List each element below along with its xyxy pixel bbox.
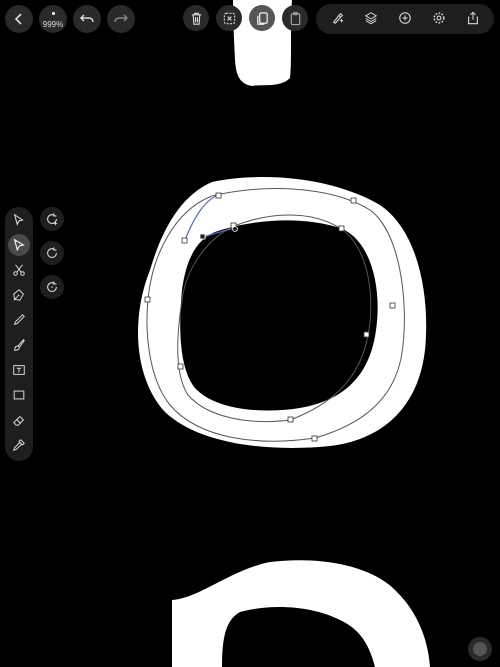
redo-icon [114,14,128,23]
settings-button[interactable] [429,8,449,28]
select-arrow-icon [13,213,24,226]
scissors-icon [13,264,25,276]
rotate-counterclockwise-button[interactable] [40,275,64,299]
rotate-plus-icon [47,213,58,226]
settings-icon [433,12,445,24]
chevron-left-icon [14,13,22,25]
zoom-button[interactable]: 999% [39,5,67,33]
eyedropper-tool[interactable] [8,434,30,456]
scissors-tool[interactable] [8,259,30,281]
brush-settings-button[interactable] [328,8,348,28]
trash-icon [191,12,201,25]
duplicate-icon [256,11,268,25]
inner-path-line [177,214,372,423]
rotate-cw-icon [47,247,57,258]
pencil-icon [13,314,25,326]
letter-fragment-bottom [172,560,430,667]
add-button[interactable] [395,8,415,28]
back-button[interactable] [5,5,33,33]
color-picker-button[interactable] [468,637,492,661]
add-icon [399,12,411,24]
share-icon [468,11,478,25]
duplicate-button[interactable] [249,5,275,31]
brush-settings-icon [332,12,344,24]
eyedropper-icon [12,439,25,452]
zoom-label: 999% [42,20,64,29]
rectangle-icon [13,390,25,400]
layers-button[interactable] [361,8,381,28]
current-color-swatch [473,642,487,656]
brush-icon [14,339,25,351]
zoom-indicator-dot [51,12,55,15]
pen-tool[interactable] [8,284,30,306]
redo-button[interactable] [107,5,135,33]
direct-select-tool[interactable] [8,234,30,256]
brush-tool[interactable] [8,334,30,356]
eraser-icon [13,415,25,426]
canvas[interactable] [0,0,500,667]
rotate-add-button[interactable] [40,207,64,231]
pencil-tool[interactable] [8,309,30,331]
deselect-button[interactable] [216,5,242,31]
eraser-tool[interactable] [8,409,30,431]
rotate-clockwise-button[interactable] [40,241,64,265]
rotate-ccw-icon [47,281,57,292]
share-button[interactable] [463,8,483,28]
direct-select-icon [13,238,25,252]
undo-button[interactable] [73,5,101,33]
select-tool[interactable] [8,209,30,231]
text-tool[interactable] [8,359,30,381]
paste-icon [290,11,300,25]
rectangle-tool[interactable] [8,384,30,406]
delete-button[interactable] [183,5,209,31]
undo-icon [80,14,94,23]
handle-point [232,226,238,232]
selected-anchor [199,233,206,240]
deselect-icon [223,12,235,24]
text-icon [13,365,25,375]
paste-button[interactable] [282,5,308,31]
pen-icon [13,289,24,301]
layers-icon [364,12,378,25]
